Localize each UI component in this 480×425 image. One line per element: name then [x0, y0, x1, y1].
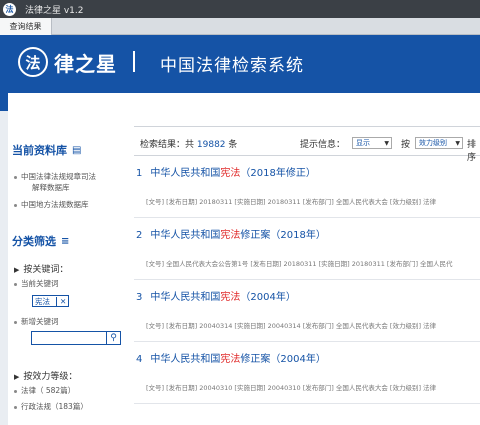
- result-meta: [文号] [发布日期] 20040314 [实施日期] 20040314 [发布…: [146, 322, 437, 330]
- library-item-cont[interactable]: 解释数据库: [32, 182, 70, 193]
- bullet-icon: [14, 203, 17, 207]
- level-filter-head[interactable]: ▶ 按效力等级：: [14, 369, 77, 382]
- filter-title-label: 分类筛选: [12, 235, 56, 248]
- filter-search-icon: ≡: [61, 235, 70, 247]
- hint-select[interactable]: 显示 ▼: [352, 137, 392, 149]
- result-meta: [文号] [发布日期] 20040310 [实施日期] 20040310 [发布…: [146, 384, 437, 392]
- results-panel: 检索结果：共 19882 条 提示信息： 显示 ▼ 按 效力级别 ▼ 排序 1中…: [134, 126, 480, 425]
- result-item[interactable]: 1 中华人民共和国宪法（2018年修正） [文号] [发布日期] 20180311…: [134, 156, 480, 218]
- window-title-bar: 法 法律之星 v1.2: [0, 0, 480, 18]
- bullet-icon: [14, 389, 17, 393]
- tab-strip: 查询结果: [0, 18, 480, 35]
- result-item[interactable]: 4 中华人民共和国宪法修正案（2004年） [文号] [发布日期] 2004031…: [134, 342, 480, 404]
- bullet-icon: [14, 320, 17, 324]
- result-number: 4: [136, 354, 143, 365]
- result-meta: [文号] [发布日期] 20180311 [实施日期] 20180311 [发布…: [146, 198, 437, 206]
- header-title: 中国法律检索系统: [160, 56, 304, 76]
- result-count-value: 19882: [196, 140, 226, 150]
- result-count-label: 检索结果：共: [140, 140, 195, 150]
- expand-triangle-icon: ▶: [14, 373, 20, 381]
- level-item-label: 法律（ 582篇）: [21, 386, 76, 395]
- hint-label: 提示信息：: [300, 140, 346, 150]
- result-title-suffix: （2004年）: [240, 292, 296, 303]
- result-title-highlight: 宪法: [220, 292, 241, 303]
- window-title: 法律之星 v1.2: [25, 5, 84, 16]
- result-title[interactable]: 4 中华人民共和国宪法修正案（2004年）: [136, 350, 326, 365]
- current-keyword-row: 当前关键词: [14, 278, 59, 289]
- result-number: 2: [136, 230, 143, 241]
- chevron-down-icon: ▼: [455, 139, 460, 147]
- library-title-label: 当前资料库: [12, 144, 67, 157]
- sort-select[interactable]: 效力级别 ▼: [415, 137, 463, 149]
- library-item-label: 中国地方法规数据库: [21, 200, 89, 209]
- keyword-filter-head[interactable]: ▶ 按关键词：: [14, 262, 68, 275]
- result-title-suffix: 修正案（2018年）: [240, 230, 326, 241]
- level-item[interactable]: 法律（ 582篇）: [14, 385, 75, 396]
- library-item-label: 中国法律法规规章司法: [21, 172, 96, 181]
- sort-select-value: 效力级别: [419, 139, 447, 147]
- result-title-highlight: 宪法: [220, 168, 241, 179]
- level-head-label: 按效力等级：: [23, 372, 78, 382]
- result-meta: [文号] 全国人民代表大会公告第1号 [发布日期] 20180311 [实施日期…: [146, 260, 453, 268]
- result-title[interactable]: 1 中华人民共和国宪法（2018年修正）: [136, 164, 316, 179]
- new-keyword-row: 新增关键词: [14, 316, 59, 327]
- result-title-text: 中华人民共和国: [150, 168, 221, 179]
- header-divider: [133, 51, 135, 72]
- result-title-suffix: 修正案（2004年）: [240, 354, 326, 365]
- bullet-icon: [14, 175, 17, 179]
- result-title-text: 中华人民共和国: [150, 354, 221, 365]
- result-count: 检索结果：共 19882 条: [140, 137, 237, 150]
- result-number: 1: [136, 168, 143, 179]
- filter-section-title: 分类筛选 ≡: [12, 233, 69, 249]
- keyword-search-input[interactable]: ⚲: [31, 331, 121, 345]
- result-title[interactable]: 3 中华人民共和国宪法（2004年）: [136, 288, 296, 303]
- result-item[interactable]: 2 中华人民共和国宪法修正案（2018年） [文号] 全国人民代表大会公告第1号 …: [134, 218, 480, 280]
- new-keyword-label: 新增关键词: [21, 317, 59, 326]
- header-accent: [0, 93, 8, 111]
- sort-by-label: 按: [401, 140, 411, 150]
- library-item[interactable]: 中国法律法规规章司法: [14, 171, 96, 182]
- keyword-tag-text: 宪法: [35, 296, 50, 306]
- logo-icon: 法: [18, 47, 48, 77]
- level-item[interactable]: 行政法规（183篇）: [14, 401, 88, 412]
- result-title-suffix: （2018年修正）: [240, 168, 316, 179]
- result-title[interactable]: 2 中华人民共和国宪法修正案（2018年）: [136, 226, 326, 241]
- app-logo-icon: 法: [3, 2, 16, 16]
- hint-select-value: 显示: [356, 139, 370, 147]
- result-item[interactable]: 3 中华人民共和国宪法（2004年） [文号] [发布日期] 20040314 […: [134, 280, 480, 342]
- current-keyword-label: 当前关键词: [21, 279, 59, 288]
- list-icon: ▤: [72, 144, 82, 156]
- library-section-title: 当前资料库 ▤: [12, 142, 81, 158]
- result-number: 3: [136, 292, 143, 303]
- result-title-text: 中华人民共和国: [150, 230, 221, 241]
- result-title-highlight: 宪法: [220, 354, 241, 365]
- logo-text: 律之星: [54, 52, 117, 76]
- results-toolbar: 检索结果：共 19882 条 提示信息： 显示 ▼ 按 效力级别 ▼ 排序: [134, 126, 480, 163]
- result-title-highlight: 宪法: [220, 230, 241, 241]
- tab-search-results[interactable]: 查询结果: [0, 18, 52, 35]
- bullet-icon: [14, 405, 17, 409]
- result-title-text: 中华人民共和国: [150, 292, 221, 303]
- expand-triangle-icon: ▶: [14, 266, 20, 274]
- bullet-icon: [14, 282, 17, 286]
- library-item[interactable]: 中国地方法规数据库: [14, 199, 89, 210]
- remove-keyword-icon[interactable]: ✕: [56, 296, 66, 306]
- search-icon[interactable]: ⚲: [106, 332, 120, 344]
- app-header: 法 律之星 中国法律检索系统: [0, 35, 480, 93]
- chevron-down-icon: ▼: [384, 139, 389, 147]
- keyword-head-label: 按关键词：: [23, 265, 69, 275]
- level-item-label: 行政法规（183篇）: [21, 402, 88, 411]
- keyword-tag[interactable]: 宪法 ✕: [32, 295, 70, 307]
- result-count-unit: 条: [228, 140, 238, 150]
